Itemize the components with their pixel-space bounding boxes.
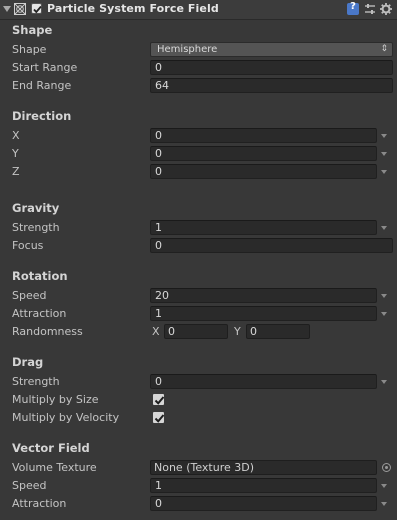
direction-x-field[interactable]: 0 (150, 128, 377, 143)
drag-strength-curve-dropdown-icon[interactable] (381, 380, 387, 384)
drag-strength-field[interactable]: 0 (150, 374, 377, 389)
end-range-label: End Range (12, 79, 72, 92)
vector-attraction-field[interactable]: 0 (150, 496, 377, 511)
section-gravity: Gravity (12, 201, 60, 215)
direction-y-field[interactable]: 0 (150, 146, 377, 161)
rotation-attraction-curve-dropdown-icon[interactable] (381, 312, 387, 316)
randomness-label: Randomness (12, 325, 83, 338)
start-range-label: Start Range (12, 61, 78, 74)
gravity-strength-field[interactable]: 1 (150, 220, 377, 235)
randomness-y-label: Y (234, 325, 241, 338)
section-rotation: Rotation (12, 269, 68, 283)
rotation-attraction-label: Attraction (12, 307, 67, 320)
randomness-x-field[interactable]: 0 (164, 324, 228, 339)
volume-texture-field[interactable]: None (Texture 3D) (150, 460, 377, 475)
vector-speed-field[interactable]: 1 (150, 478, 377, 493)
shape-label: Shape (12, 43, 47, 56)
gravity-strength-curve-dropdown-icon[interactable] (381, 226, 387, 230)
vector-attraction-curve-dropdown-icon[interactable] (381, 502, 387, 506)
gravity-strength-label: Strength (12, 221, 60, 234)
vector-speed-curve-dropdown-icon[interactable] (381, 484, 387, 488)
gravity-focus-label: Focus (12, 239, 44, 252)
foldout-arrow-icon[interactable] (3, 6, 11, 12)
gravity-focus-field[interactable]: 0 (150, 238, 393, 253)
multiply-by-size-checkbox[interactable] (152, 393, 165, 406)
force-field-icon (14, 3, 26, 15)
component-title: Particle System Force Field (47, 2, 219, 15)
shape-dropdown[interactable]: Hemisphere ⇕ (150, 42, 393, 57)
direction-x-label: X (12, 129, 20, 142)
rotation-speed-field[interactable]: 20 (150, 288, 377, 303)
section-vector-field: Vector Field (12, 441, 90, 455)
vector-attraction-label: Attraction (12, 497, 67, 510)
preset-sliders-icon[interactable] (364, 3, 376, 15)
randomness-y-field[interactable]: 0 (246, 324, 310, 339)
end-range-field[interactable]: 64 (150, 78, 393, 93)
multiply-by-velocity-label: Multiply by Velocity (12, 411, 120, 424)
drag-strength-label: Strength (12, 375, 60, 388)
multiply-by-velocity-checkbox[interactable] (152, 411, 165, 424)
shape-dropdown-value: Hemisphere (157, 44, 218, 55)
start-range-field[interactable]: 0 (150, 60, 393, 75)
direction-z-curve-dropdown-icon[interactable] (381, 170, 387, 174)
help-book-icon[interactable]: ? (347, 1, 359, 15)
updown-arrows-icon: ⇕ (380, 44, 388, 54)
component-header: Particle System Force Field ? (0, 0, 397, 20)
volume-texture-label: Volume Texture (12, 461, 97, 474)
gear-icon[interactable] (380, 3, 392, 15)
section-drag: Drag (12, 355, 44, 369)
vector-speed-label: Speed (12, 479, 47, 492)
component-enabled-checkbox[interactable] (31, 3, 42, 14)
rotation-speed-curve-dropdown-icon[interactable] (381, 294, 387, 298)
rotation-attraction-field[interactable]: 1 (150, 306, 377, 321)
direction-z-label: Z (12, 165, 20, 178)
section-shape: Shape (12, 23, 53, 37)
randomness-x-label: X (152, 325, 160, 338)
direction-z-field[interactable]: 0 (150, 164, 377, 179)
multiply-by-size-label: Multiply by Size (12, 393, 99, 406)
direction-y-label: Y (12, 147, 19, 160)
section-direction: Direction (12, 109, 72, 123)
direction-y-curve-dropdown-icon[interactable] (381, 152, 387, 156)
object-picker-icon[interactable] (382, 463, 391, 472)
rotation-speed-label: Speed (12, 289, 47, 302)
direction-x-curve-dropdown-icon[interactable] (381, 134, 387, 138)
